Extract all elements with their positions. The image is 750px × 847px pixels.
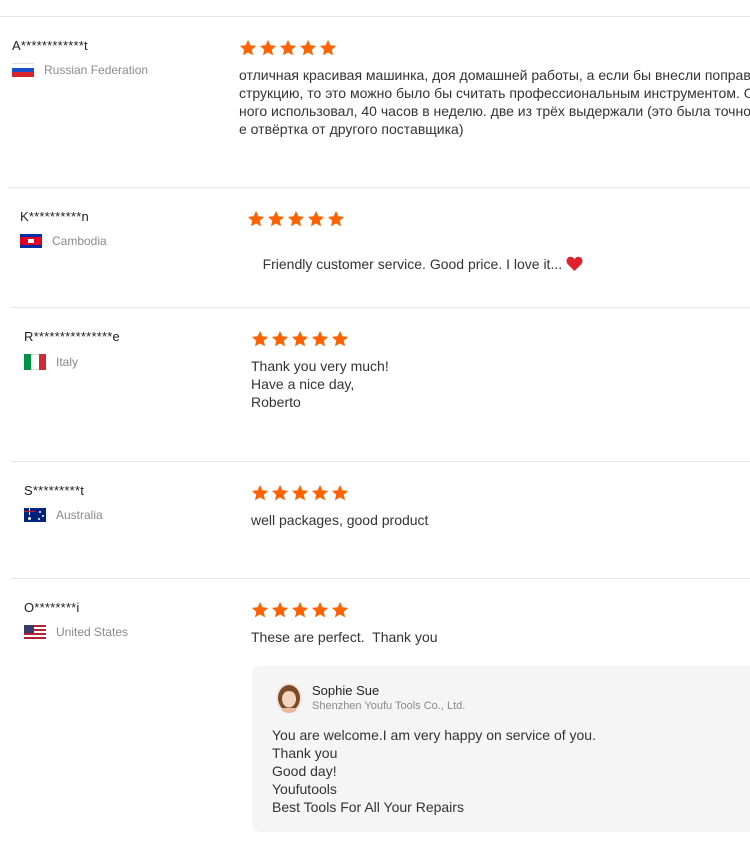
star-icon — [307, 210, 325, 227]
reviewer-name: O********i — [24, 600, 80, 615]
australia-flag-icon — [24, 508, 46, 522]
star-rating — [251, 601, 349, 619]
star-icon — [287, 210, 305, 227]
star-icon — [299, 39, 317, 56]
star-icon — [271, 484, 289, 501]
review-item: S*********t Australia well packages, goo… — [12, 461, 750, 579]
reviewer-name: S*********t — [24, 483, 85, 498]
seller-name: Sophie Sue — [312, 683, 380, 698]
star-icon — [251, 330, 269, 347]
star-icon — [311, 601, 329, 618]
review-text: well packages, good product — [251, 512, 429, 528]
star-rating — [247, 210, 345, 228]
seller-avatar-icon — [276, 683, 302, 713]
star-icon — [331, 601, 349, 618]
star-icon — [291, 601, 309, 618]
star-icon — [279, 39, 297, 56]
review-text: отличная красивая машинка, доя домашней … — [239, 67, 750, 137]
star-rating — [239, 39, 337, 57]
reviewer-country: Italy — [24, 354, 78, 370]
country-label: Cambodia — [52, 234, 107, 248]
reviewer-name: K**********n — [20, 209, 89, 224]
star-icon — [251, 484, 269, 501]
star-icon — [311, 330, 329, 347]
seller-reply: Sophie Sue Shenzhen Youfu Tools Co., Ltd… — [252, 666, 750, 832]
usa-flag-icon — [24, 625, 46, 639]
review-item: A************t Russian Federation отличн… — [0, 17, 750, 187]
avatar — [276, 683, 302, 713]
star-icon — [267, 210, 285, 227]
italy-flag-icon — [24, 354, 46, 370]
reviewer-country: Russian Federation — [12, 63, 148, 77]
reviewer-country: Cambodia — [20, 234, 107, 248]
reviewer-country: United States — [24, 625, 128, 639]
country-label: Italy — [56, 355, 79, 369]
country-label: Australia — [56, 508, 103, 522]
star-icon — [259, 39, 277, 56]
reviewer-country: Australia — [24, 508, 103, 522]
star-icon — [331, 330, 349, 347]
review-text: Thank you very much! Have a nice day, Ro… — [251, 358, 389, 410]
review-text: These are perfect. Thank you — [251, 629, 438, 645]
star-icon — [271, 330, 289, 347]
review-item: R***************e Italy Thank you very m… — [12, 307, 750, 462]
seller-company: Shenzhen Youfu Tools Co., Ltd. — [312, 700, 466, 712]
reviewer-name: R***************e — [24, 329, 120, 344]
review-item: K**********n Cambodia Friendly customer … — [8, 187, 750, 308]
review-text-content: Friendly customer service. Good price. I… — [262, 256, 563, 272]
star-icon — [247, 210, 265, 227]
star-icon — [271, 601, 289, 618]
cambodia-flag-icon — [20, 234, 42, 248]
star-icon — [239, 39, 257, 56]
star-rating — [251, 330, 349, 348]
star-icon — [251, 601, 269, 618]
star-rating — [251, 484, 349, 502]
russia-flag-icon — [12, 63, 34, 77]
star-icon — [291, 484, 309, 501]
country-label: United States — [56, 625, 129, 639]
heart-icon — [566, 256, 583, 271]
star-icon — [319, 39, 337, 56]
country-label: Russian Federation — [44, 63, 149, 77]
star-icon — [291, 330, 309, 347]
reviewer-name: A************t — [12, 38, 88, 53]
star-icon — [311, 484, 329, 501]
review-text: Friendly customer service. Good price. I… — [247, 237, 583, 291]
star-icon — [331, 484, 349, 501]
star-icon — [327, 210, 345, 227]
reply-text: You are welcome.I am very happy on servi… — [272, 727, 596, 815]
